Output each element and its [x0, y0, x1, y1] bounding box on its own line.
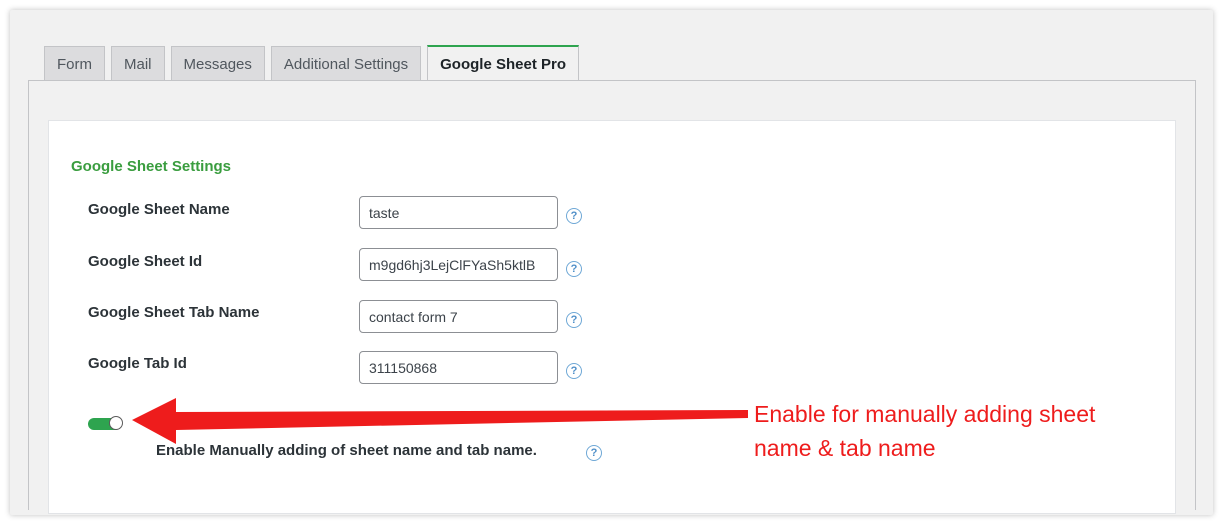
arrow-shape: [132, 398, 748, 444]
annotation-line-2: name & tab name: [754, 435, 936, 461]
annotation-line-1: Enable for manually adding sheet: [754, 401, 1096, 427]
annotation-callout: Enable for manually adding sheet name & …: [754, 397, 1174, 465]
